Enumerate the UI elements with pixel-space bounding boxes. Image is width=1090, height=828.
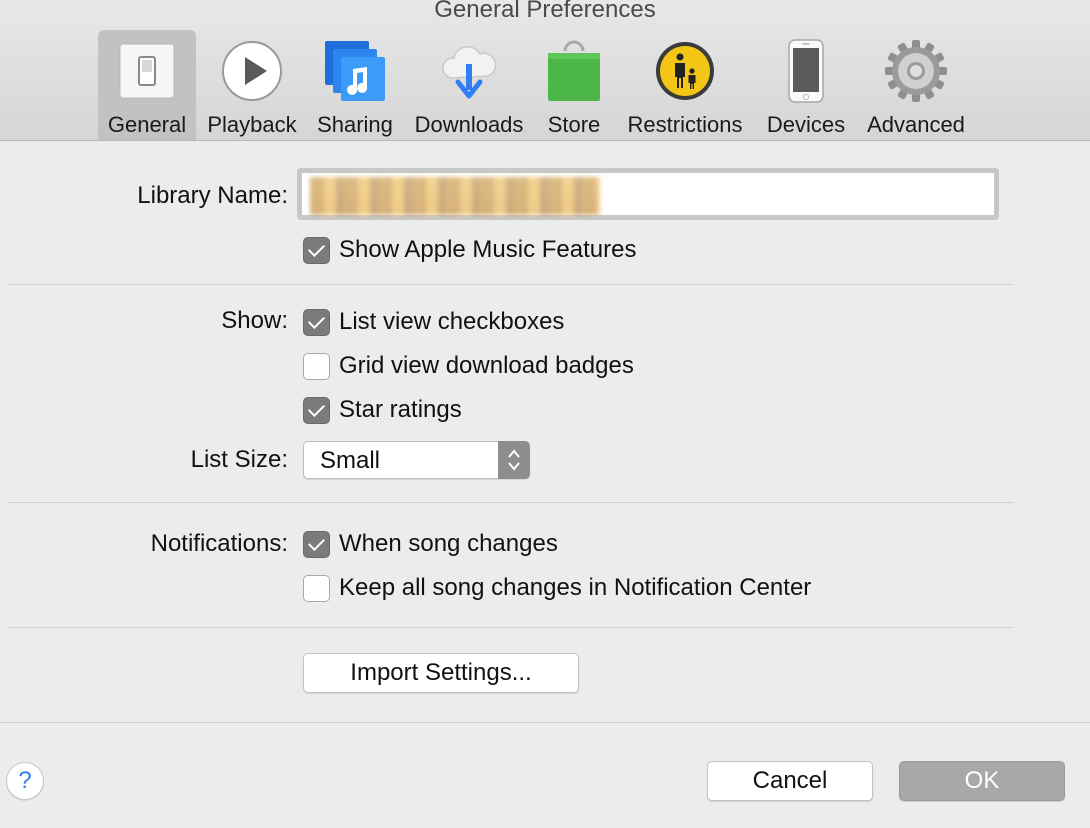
- divider: [7, 284, 1014, 285]
- tab-downloads[interactable]: Downloads: [406, 30, 532, 140]
- tab-label: Sharing: [317, 112, 393, 137]
- tab-sharing[interactable]: Sharing: [308, 30, 402, 140]
- preferences-toolbar: General Preferences General Playback Sha…: [0, 0, 1090, 141]
- when-song-changes-checkbox[interactable]: [303, 531, 330, 558]
- grid-view-badges-checkbox[interactable]: [303, 353, 330, 380]
- tab-playback[interactable]: Playback: [200, 30, 304, 140]
- switch-icon: [112, 36, 182, 106]
- divider: [7, 627, 1014, 628]
- divider: [7, 502, 1014, 503]
- footer-divider: [0, 722, 1090, 723]
- star-ratings-checkbox[interactable]: [303, 397, 330, 424]
- when-song-changes-label: When song changes: [339, 530, 558, 557]
- library-name-value: S: [312, 179, 328, 207]
- show-apple-music-label: Show Apple Music Features: [339, 236, 637, 263]
- grid-view-badges-label: Grid view download badges: [339, 352, 634, 379]
- play-icon: [217, 36, 287, 106]
- keep-song-changes-checkbox[interactable]: [303, 575, 330, 602]
- tab-label: Playback: [207, 112, 297, 137]
- tab-label: Devices: [766, 112, 846, 137]
- tab-label: Restrictions: [627, 112, 743, 137]
- show-apple-music-checkbox[interactable]: [303, 237, 330, 264]
- tab-label: General: [107, 112, 187, 137]
- tab-restrictions[interactable]: Restrictions: [618, 30, 752, 140]
- list-size-label: List Size:: [190, 446, 288, 473]
- music-note-icon: [320, 36, 390, 106]
- iphone-icon: [771, 36, 841, 106]
- chevron-updown-icon: [498, 441, 530, 479]
- help-button[interactable]: ?: [6, 762, 44, 800]
- tab-general[interactable]: General: [98, 30, 196, 140]
- tab-devices[interactable]: Devices: [760, 30, 852, 140]
- library-name-input[interactable]: S: [297, 168, 999, 220]
- list-view-checkboxes-checkbox[interactable]: [303, 309, 330, 336]
- cancel-button[interactable]: Cancel: [707, 761, 873, 801]
- shopping-bag-icon: [539, 36, 609, 106]
- star-ratings-label: Star ratings: [339, 396, 462, 423]
- redacted-text: [310, 177, 600, 215]
- notifications-label: Notifications:: [150, 530, 288, 557]
- list-size-value: Small: [320, 447, 381, 474]
- cloud-download-icon: [434, 36, 504, 106]
- tab-label: Advanced: [867, 112, 965, 137]
- show-label: Show:: [221, 307, 288, 334]
- list-view-checkboxes-label: List view checkboxes: [339, 308, 565, 335]
- tab-advanced[interactable]: Advanced: [860, 30, 972, 140]
- gear-icon: [881, 36, 951, 106]
- library-name-label: Library Name:: [137, 182, 288, 209]
- ok-button[interactable]: OK: [899, 761, 1065, 801]
- keep-song-changes-label: Keep all song changes in Notification Ce…: [339, 574, 812, 601]
- window-title: General Preferences: [434, 0, 656, 23]
- parental-icon: [650, 36, 720, 106]
- tab-label: Downloads: [414, 112, 524, 137]
- tab-label: Store: [547, 112, 601, 137]
- list-size-select[interactable]: Small: [303, 441, 530, 479]
- tab-store[interactable]: Store: [540, 30, 608, 140]
- import-settings-button[interactable]: Import Settings...: [303, 653, 579, 693]
